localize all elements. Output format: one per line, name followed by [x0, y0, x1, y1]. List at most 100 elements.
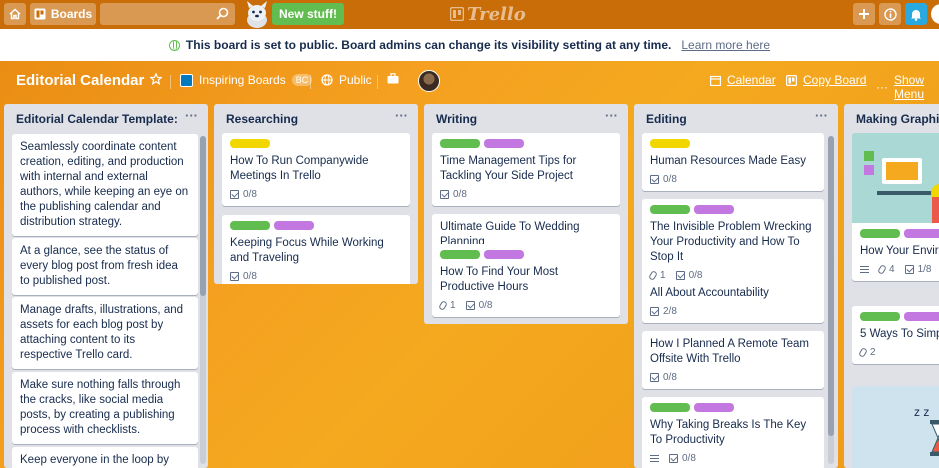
label-purple[interactable]: [694, 403, 734, 412]
briefcase-icon: [387, 73, 399, 84]
card-labels: [650, 139, 816, 148]
list-scrollbar-thumb[interactable]: [828, 136, 834, 436]
list-title[interactable]: Making Graphics: [856, 112, 939, 126]
card[interactable]: Seamlessly coordinate content creation, …: [12, 134, 198, 236]
card[interactable]: Keep everyone in the loop by adding: [12, 447, 198, 468]
card[interactable]: Why Taking Breaks Is The Key To Producti…: [642, 397, 824, 468]
card-badges: 0/8: [230, 189, 402, 200]
label-purple[interactable]: [904, 312, 939, 321]
team-icon: [180, 73, 193, 87]
show-menu-button[interactable]: ··· Show Menu: [876, 73, 939, 101]
list-title[interactable]: Editorial Calendar Template:: [16, 112, 178, 126]
card[interactable]: How To Find Your Most Productive Hours 1…: [432, 244, 620, 317]
list-header: Writing ···: [424, 104, 628, 134]
user-avatar[interactable]: [931, 4, 939, 24]
paperclip-icon: [438, 300, 448, 311]
boards-button[interactable]: Boards: [30, 3, 96, 25]
card-labels: [230, 139, 402, 148]
globe-icon: [321, 74, 333, 86]
card-labels: [860, 312, 939, 321]
card[interactable]: Manage drafts, illustrations, and assets…: [12, 297, 198, 369]
card[interactable]: 5 Ways To Simplify Your Life To Be More …: [852, 306, 939, 364]
trello-logo-icon: [450, 7, 464, 21]
card-title: Keeping Focus While Working and Travelin…: [230, 237, 384, 264]
card[interactable]: How To Run Companywide Meetings In Trell…: [222, 133, 410, 206]
board-title[interactable]: Editorial Calendar: [16, 72, 144, 89]
team-button[interactable]: Inspiring Boards BC: [180, 73, 313, 87]
list-menu-icon[interactable]: ···: [815, 108, 828, 123]
card-badges: 0/8: [650, 174, 816, 185]
butler-button[interactable]: [387, 73, 399, 84]
list-menu-icon[interactable]: ···: [185, 108, 198, 123]
card[interactable]: Time Management Tips for Tackling Your S…: [432, 133, 620, 206]
card-title: All About Accountability: [650, 287, 769, 299]
label-green[interactable]: [440, 250, 480, 259]
card[interactable]: How Your Environment Affects Your Produc…: [852, 223, 939, 281]
label-green[interactable]: [650, 403, 690, 412]
label-green[interactable]: [440, 139, 480, 148]
taco-mascot-icon[interactable]: [242, 1, 272, 28]
label-purple[interactable]: [274, 221, 314, 230]
info-button[interactable]: [879, 3, 901, 25]
star-button[interactable]: [150, 73, 162, 85]
visibility-button[interactable]: Public: [321, 73, 372, 87]
list-title[interactable]: Editing: [646, 112, 687, 126]
label-purple[interactable]: [484, 139, 524, 148]
notifications-button[interactable]: [905, 3, 927, 25]
card-title: Make sure nothing falls through the crac…: [20, 379, 181, 436]
label-green[interactable]: [860, 229, 900, 238]
list-title[interactable]: Researching: [226, 112, 298, 126]
card[interactable]: The Invisible Problem Wrecking Your Prod…: [642, 199, 824, 287]
copy-board-button[interactable]: Copy Board: [786, 73, 866, 87]
label-green[interactable]: [650, 205, 690, 214]
card-title: Manage drafts, illustrations, and assets…: [20, 304, 184, 361]
card-title: How I Planned A Remote Team Offsite With…: [650, 338, 809, 365]
checklist-icon: [650, 307, 659, 316]
card-title: How Your Environment Affects Your Produc…: [860, 245, 939, 257]
checklist-badge: 2/8: [650, 306, 677, 317]
top-nav-bar: Boards New stuff! Trello: [0, 0, 939, 29]
list-menu-icon[interactable]: ···: [395, 108, 408, 123]
card-title: Why Taking Breaks Is The Key To Producti…: [650, 419, 807, 446]
label-green[interactable]: [230, 221, 270, 230]
card[interactable]: How I Planned A Remote Team Offsite With…: [642, 331, 824, 389]
card[interactable]: Keeping Focus While Working and Travelin…: [222, 215, 410, 284]
home-button[interactable]: [4, 3, 26, 25]
search-input[interactable]: [100, 3, 235, 25]
checklist-count: 0/8: [243, 189, 257, 200]
label-yellow[interactable]: [650, 139, 690, 148]
list-menu-icon[interactable]: ···: [605, 108, 618, 123]
trello-logo[interactable]: Trello: [450, 3, 526, 25]
calendar-button[interactable]: Calendar: [710, 73, 776, 87]
checklist-badge: 0/8: [230, 189, 257, 200]
card-title: Keep everyone in the loop by adding: [20, 454, 169, 466]
card[interactable]: Human Resources Made Easy 0/8: [642, 133, 824, 191]
card[interactable]: At a glance, see the status of every blo…: [12, 238, 198, 295]
label-purple[interactable]: [904, 229, 939, 238]
card-badges: 4 1/8: [860, 264, 939, 275]
checklist-count: 0/8: [453, 189, 467, 200]
label-purple[interactable]: [484, 250, 524, 259]
list-title[interactable]: Writing: [436, 112, 477, 126]
card-cover-image[interactable]: [852, 133, 939, 223]
label-yellow[interactable]: [230, 139, 270, 148]
label-purple[interactable]: [694, 205, 734, 214]
card[interactable]: Make sure nothing falls through the crac…: [12, 372, 198, 444]
learn-more-link[interactable]: Learn more here: [681, 38, 770, 52]
add-button[interactable]: [853, 3, 875, 25]
calendar-label: Calendar: [727, 73, 776, 87]
attachment-badge: 4: [877, 264, 895, 275]
card[interactable]: All About Accountability 2/8: [642, 280, 824, 323]
new-stuff-button[interactable]: New stuff!: [272, 3, 344, 25]
label-green[interactable]: [860, 312, 900, 321]
member-avatar[interactable]: [418, 70, 440, 92]
attachment-badge: 2: [858, 347, 876, 358]
list-writing: Writing ··· Time Management Tips for Tac…: [424, 104, 628, 324]
description-icon: [650, 455, 659, 462]
checklist-icon: [904, 265, 914, 274]
paperclip-icon: [858, 347, 868, 358]
card-cover-image[interactable]: z z: [852, 386, 939, 468]
list-header: Making Graphics: [844, 104, 939, 134]
card-title: Seamlessly coordinate content creation, …: [20, 141, 189, 228]
list-scrollbar-thumb[interactable]: [200, 136, 206, 296]
